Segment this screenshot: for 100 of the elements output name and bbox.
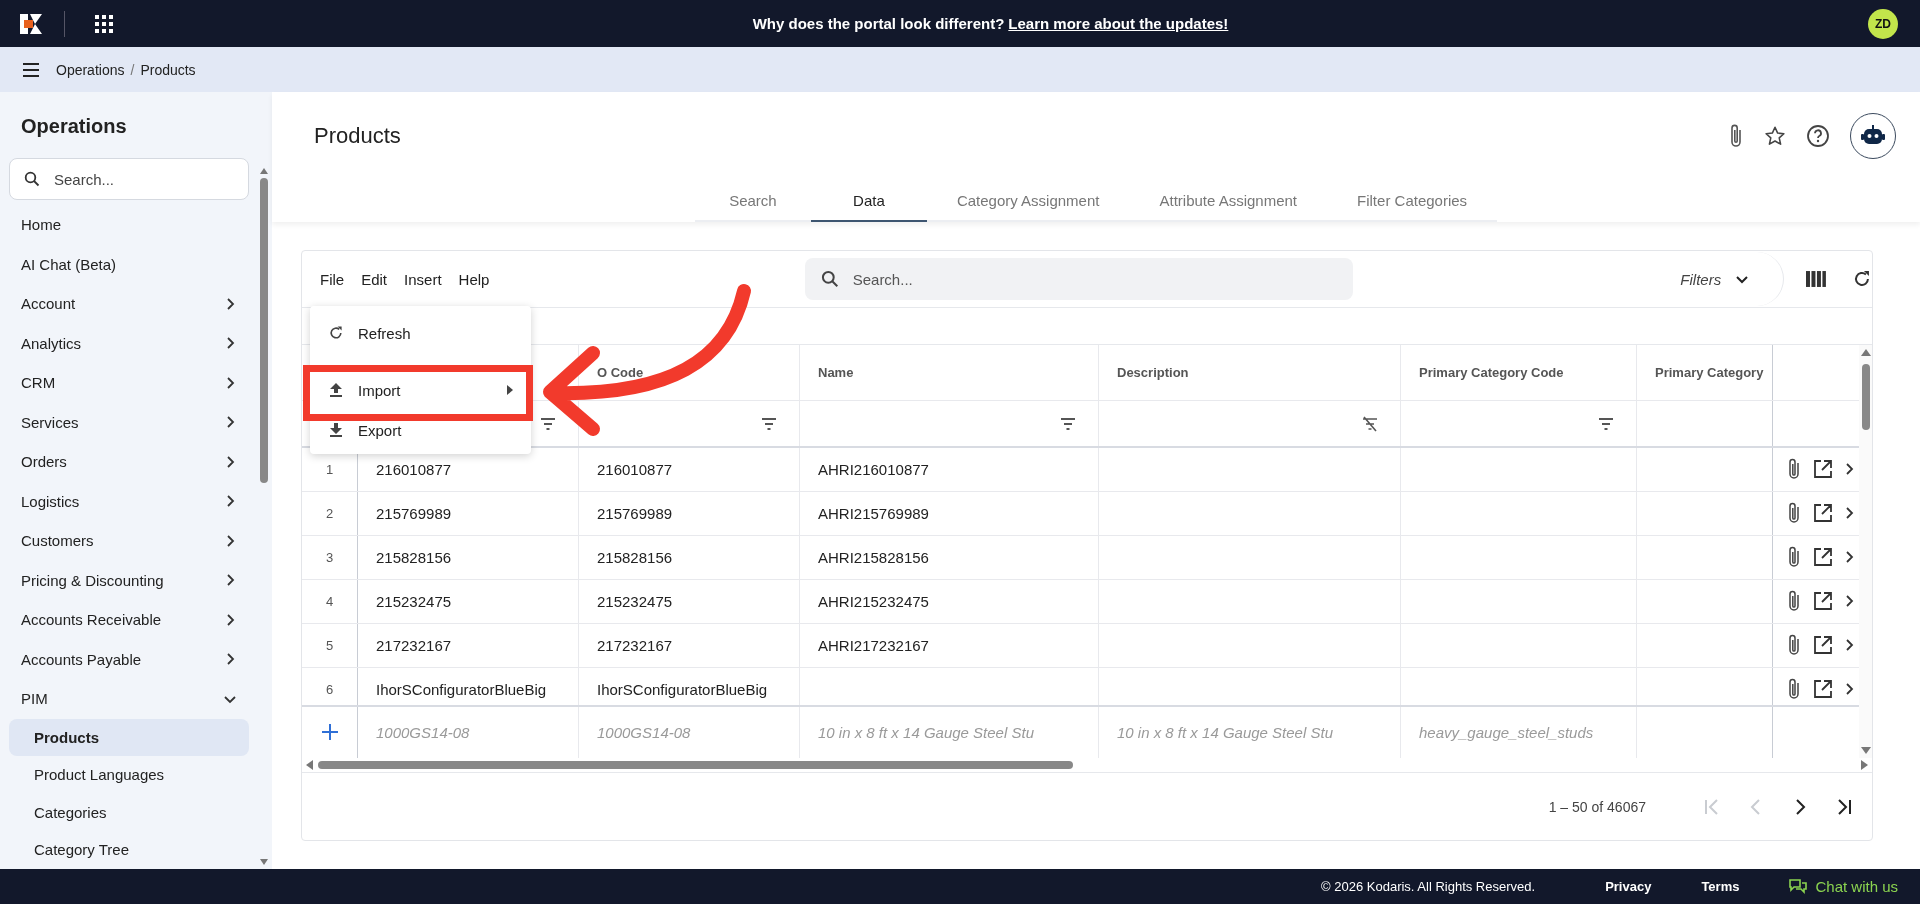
tab[interactable]: Data	[810, 180, 927, 222]
tab[interactable]: Category Assignment	[926, 180, 1130, 222]
filters-dropdown[interactable]: Filters	[1680, 270, 1722, 288]
scroll-down-icon[interactable]	[1860, 747, 1871, 754]
chevron-right-icon[interactable]	[1845, 638, 1855, 653]
filter-icon[interactable]	[1598, 416, 1614, 431]
scrollbar[interactable]	[302, 758, 1872, 773]
help-icon[interactable]	[1806, 124, 1830, 148]
scroll-thumb[interactable]	[1861, 364, 1870, 430]
add-icon[interactable]	[320, 723, 339, 742]
breadcrumb-link[interactable]: Operations	[56, 61, 125, 78]
scrollbar[interactable]	[1859, 345, 1872, 758]
menu-button[interactable]: Insert	[404, 270, 442, 288]
table-cell: AHRI215769989	[818, 504, 929, 522]
sidebar-subitem[interactable]: Category Tree	[9, 831, 249, 869]
user-avatar[interactable]: ZD	[1868, 8, 1898, 39]
page-title: Products	[314, 123, 401, 149]
open-external-icon[interactable]	[1813, 503, 1833, 524]
menu-button[interactable]: Help	[458, 270, 490, 288]
footer-link[interactable]: Privacy	[1605, 879, 1652, 894]
sidebar-item[interactable]: Analytics	[9, 323, 249, 363]
paperclip-icon[interactable]	[1787, 633, 1801, 658]
open-external-icon[interactable]	[1813, 679, 1833, 700]
chevron-right-icon[interactable]	[1845, 594, 1855, 609]
chat-link[interactable]: Chat with us	[1789, 878, 1898, 895]
filter-icon[interactable]	[761, 416, 777, 431]
filter-off-icon[interactable]	[1362, 415, 1378, 432]
tab[interactable]: Filter Categories	[1327, 180, 1498, 222]
open-external-icon[interactable]	[1813, 635, 1833, 656]
footer-link[interactable]: Terms	[1701, 879, 1740, 894]
menu-item[interactable]: Import	[310, 368, 531, 412]
paperclip-icon[interactable]	[1787, 545, 1801, 570]
column-header[interactable]: Name	[818, 365, 854, 381]
paperclip-icon[interactable]	[1787, 677, 1801, 702]
table-cell: 215232475	[597, 592, 673, 610]
sidebar-subitem[interactable]: Product Languages	[9, 756, 249, 794]
menu-button[interactable]: Edit	[361, 270, 388, 288]
search-field[interactable]: Search...	[804, 258, 1354, 300]
chevron-right-icon[interactable]	[1845, 462, 1855, 477]
menu-item[interactable]: Export	[310, 412, 531, 448]
menu-icon[interactable]	[22, 62, 40, 77]
tab[interactable]: Search	[694, 180, 811, 222]
column-header[interactable]: Description	[1117, 365, 1189, 381]
search-icon	[820, 270, 839, 288]
star-icon[interactable]	[1764, 125, 1786, 147]
open-external-icon[interactable]	[1813, 547, 1833, 568]
scroll-thumb[interactable]	[260, 178, 268, 483]
new-row-input[interactable]: 10 in x 8 ft x 14 Gauge Steel Stu	[818, 723, 1076, 741]
table-cell: 216010877	[597, 460, 673, 478]
row-number: 6	[325, 681, 334, 697]
search-field[interactable]: Search...	[9, 158, 249, 200]
breadcrumb-link[interactable]: Products	[140, 61, 196, 78]
column-header[interactable]: Primary Category Code	[1419, 365, 1564, 381]
apps-grid-icon[interactable]	[95, 14, 113, 33]
sidebar-subitem[interactable]: Products	[9, 718, 249, 756]
scroll-up-icon[interactable]	[1860, 349, 1871, 356]
new-row-input[interactable]: 1000GS14-08	[597, 723, 777, 741]
logo-icon[interactable]	[18, 11, 44, 36]
table-cell: AHRI215828156	[818, 548, 929, 566]
table-cell: 215232475	[376, 592, 452, 610]
sidebar-item[interactable]: Services	[9, 402, 249, 442]
sidebar-item[interactable]: AI Chat (Beta)	[9, 244, 249, 284]
sidebar-item[interactable]: Pricing & Discounting	[9, 560, 249, 600]
updates-link[interactable]: Learn more about the updates!	[1008, 15, 1229, 32]
chevron-right-icon[interactable]	[1845, 550, 1855, 565]
new-row-input[interactable]: 1000GS14-08	[376, 723, 556, 741]
paperclip-icon[interactable]	[1787, 501, 1801, 526]
tab[interactable]: Attribute Assignment	[1129, 180, 1328, 222]
sidebar-item[interactable]: Accounts Payable	[9, 639, 249, 679]
sidebar-item[interactable]: Customers	[9, 521, 249, 561]
chevron-right-icon[interactable]	[1845, 682, 1855, 697]
sidebar-item[interactable]: CRM	[9, 363, 249, 403]
scroll-left-icon[interactable]	[306, 760, 313, 770]
filter-icon[interactable]	[540, 416, 556, 431]
filter-icon[interactable]	[1060, 416, 1076, 431]
chevron-right-icon[interactable]	[1845, 506, 1855, 521]
menu-button[interactable]: File	[320, 270, 345, 288]
sidebar-item[interactable]: PIM	[9, 679, 249, 719]
sidebar-item[interactable]: Home	[9, 205, 249, 245]
scroll-up-icon[interactable]	[260, 168, 268, 174]
open-external-icon[interactable]	[1813, 459, 1833, 480]
paperclip-icon[interactable]	[1728, 123, 1744, 149]
columns-icon[interactable]	[1806, 271, 1827, 287]
refresh-icon[interactable]	[1852, 269, 1872, 289]
new-row-input[interactable]: heavy_gauge_steel_studs	[1419, 723, 1614, 741]
sidebar-item[interactable]: Logistics	[9, 481, 249, 521]
column-header[interactable]: O Code	[597, 365, 644, 381]
sidebar-item[interactable]: Accounts Receivable	[9, 600, 249, 640]
sidebar-item[interactable]: Account	[9, 284, 249, 324]
sidebar-item[interactable]: Orders	[9, 442, 249, 482]
open-external-icon[interactable]	[1813, 591, 1833, 612]
column-header[interactable]: Primary Category	[1655, 365, 1764, 381]
paperclip-icon[interactable]	[1787, 589, 1801, 614]
menu-item[interactable]: Refresh	[310, 312, 531, 354]
sidebar-subitem[interactable]: Categories	[9, 793, 249, 831]
scroll-right-icon[interactable]	[1861, 760, 1868, 770]
scroll-thumb[interactable]	[318, 761, 1073, 769]
scroll-down-icon[interactable]	[260, 859, 268, 865]
paperclip-icon[interactable]	[1787, 457, 1801, 482]
new-row-input[interactable]: 10 in x 8 ft x 14 Gauge Steel Stu	[1117, 723, 1378, 741]
